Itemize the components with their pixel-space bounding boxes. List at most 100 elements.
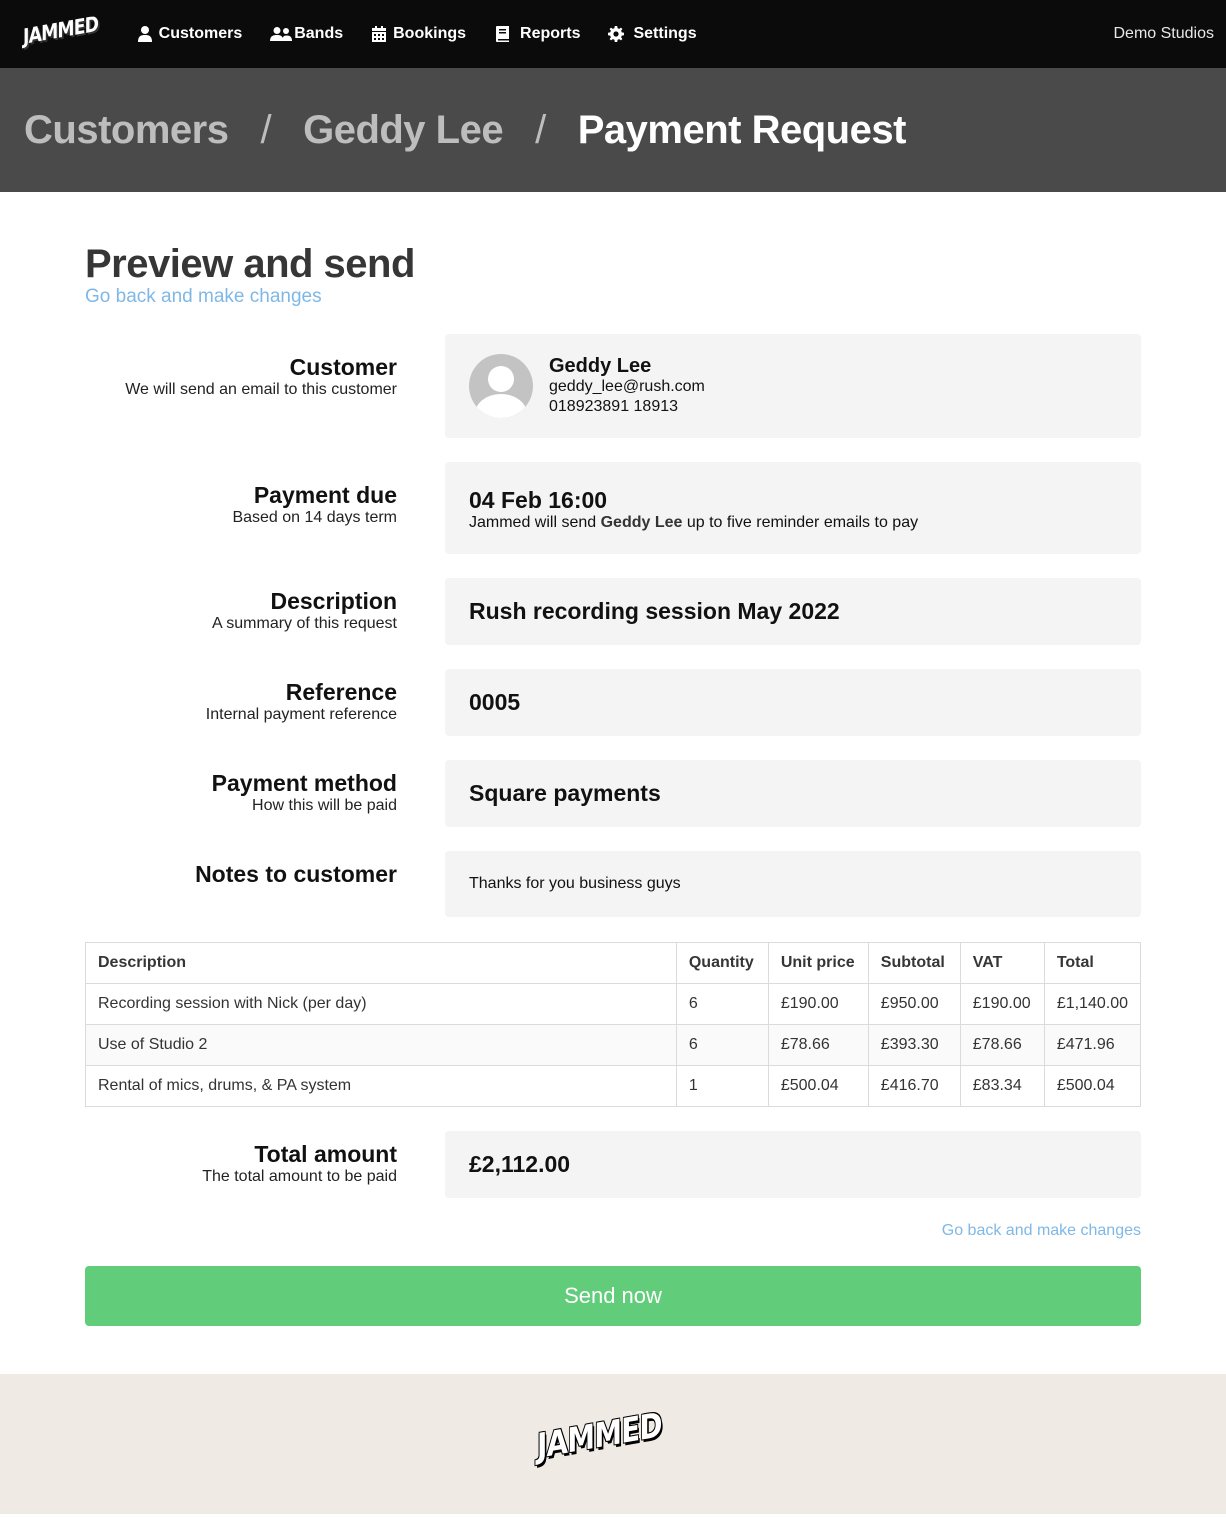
page-title: Preview and send — [85, 242, 415, 286]
request-details: Customer We will send an email to this c… — [85, 334, 1141, 917]
breadcrumb-customers[interactable]: Customers — [24, 108, 229, 153]
nav-item-reports[interactable]: Reports — [494, 25, 580, 43]
notes-card: Thanks for you business guys — [445, 851, 1141, 917]
payment-method-label: Payment method — [211, 770, 397, 796]
cell-vat: £190.00 — [959, 983, 1045, 1025]
users-icon — [270, 26, 293, 42]
cell-quantity: 6 — [675, 983, 769, 1025]
top-nav: JAMMED Customers Bands Bookings Reports — [0, 0, 1226, 68]
notes-label-group: Notes to customer — [85, 851, 397, 917]
line-items-table: Description Quantity Unit price Subtotal… — [85, 942, 1142, 1107]
reference-label: Reference — [285, 679, 397, 705]
cell-unit-price: £500.04 — [767, 1065, 869, 1107]
nav-item-label: Bookings — [393, 25, 467, 42]
go-back-link-top[interactable]: Go back and make changes — [85, 286, 322, 308]
table-row: Recording session with Nick (per day) 6 … — [85, 983, 1142, 1025]
cell-unit-price: £78.66 — [767, 1024, 869, 1066]
cell-description: Rental of mics, drums, & PA system — [85, 1065, 677, 1107]
customer-label: Customer — [289, 354, 397, 380]
footer-jammed-logo[interactable]: JAMMED — [537, 1400, 689, 1467]
calendar-icon — [371, 26, 387, 42]
nav-item-label: Reports — [520, 25, 581, 42]
nav-item-bookings[interactable]: Bookings — [371, 25, 466, 43]
notes-label: Notes to customer — [195, 861, 397, 887]
payment-due-date: 04 Feb 16:00 — [469, 487, 608, 513]
gear-icon — [608, 26, 625, 42]
payment-due-row: Payment due Based on 14 days term 04 Feb… — [85, 462, 1141, 554]
reference-row: Reference Internal payment reference 000… — [85, 669, 1141, 736]
cell-total: £471.96 — [1043, 1024, 1142, 1066]
bottom-actions: Go back and make changes — [85, 1222, 1141, 1240]
table-row: Use of Studio 2 6 £78.66 £393.30 £78.66 … — [85, 1024, 1142, 1066]
go-back-link-bottom[interactable]: Go back and make changes — [942, 1222, 1141, 1239]
main-content: Preview and send Go back and make change… — [0, 192, 1226, 1374]
book-icon — [494, 26, 510, 42]
description-label: Description — [270, 588, 397, 614]
reference-value: 0005 — [469, 689, 521, 715]
cell-unit-price: £190.00 — [767, 983, 869, 1025]
customer-name: Geddy Lee — [549, 355, 652, 377]
cell-subtotal: £950.00 — [867, 983, 961, 1025]
jammed-logo[interactable]: JAMMED — [23, 9, 115, 49]
col-header-unit-price: Unit price — [767, 942, 869, 984]
description-value: Rush recording session May 2022 — [469, 598, 840, 624]
nav-item-label: Customers — [158, 25, 243, 42]
user-icon — [137, 26, 153, 42]
table-row: Rental of mics, drums, & PA system 1 £50… — [85, 1065, 1142, 1107]
reminder-note-suffix: up to five reminder emails to pay — [682, 514, 919, 531]
customer-label-group: Customer We will send an email to this c… — [85, 334, 397, 438]
col-header-quantity: Quantity — [675, 942, 769, 984]
reference-sublabel: Internal payment reference — [205, 706, 397, 723]
payment-method-label-group: Payment method How this will be paid — [85, 760, 397, 827]
breadcrumb-separator: / — [535, 107, 546, 152]
cell-total: £500.04 — [1043, 1065, 1142, 1107]
col-header-vat: VAT — [959, 942, 1045, 984]
reminder-note-customer: Geddy Lee — [600, 514, 683, 531]
cell-quantity: 6 — [675, 1024, 769, 1066]
breadcrumb: Customers / Geddy Lee / Payment Request — [0, 68, 1226, 192]
cell-description: Use of Studio 2 — [85, 1024, 677, 1066]
customer-phone: 018923891 18913 — [549, 398, 679, 415]
avatar — [469, 354, 533, 418]
total-card: £2,112.00 — [445, 1131, 1141, 1198]
description-sublabel: A summary of this request — [212, 615, 397, 632]
customer-card: Geddy Lee geddy_lee@rush.com 018923891 1… — [445, 334, 1141, 438]
cell-vat: £83.34 — [959, 1065, 1045, 1107]
page-footer: JAMMED — [0, 1374, 1226, 1514]
cell-total: £1,140.00 — [1043, 983, 1142, 1025]
payment-method-sublabel: How this will be paid — [252, 797, 397, 814]
send-now-button[interactable]: Send now — [85, 1266, 1141, 1326]
nav-item-label: Bands — [294, 25, 344, 42]
customer-sublabel: We will send an email to this customer — [125, 381, 397, 398]
description-label-group: Description A summary of this request — [85, 578, 397, 645]
reminder-note: Jammed will send Geddy Lee up to five re… — [469, 514, 1117, 532]
breadcrumb-current: Payment Request — [577, 107, 907, 152]
main-nav: Customers Bands Bookings Reports Setting… — [137, 25, 725, 43]
cell-vat: £78.66 — [959, 1024, 1045, 1066]
total-label: Total amount — [254, 1141, 397, 1167]
cell-quantity: 1 — [675, 1065, 769, 1107]
total-row: Total amount The total amount to be paid… — [85, 1131, 1141, 1198]
reminder-note-prefix: Jammed will send — [469, 514, 601, 531]
total-sublabel: The total amount to be paid — [202, 1168, 397, 1185]
payment-method-row: Payment method How this will be paid Squ… — [85, 760, 1141, 827]
breadcrumb-customer-name[interactable]: Geddy Lee — [303, 108, 504, 153]
nav-item-label: Settings — [633, 25, 697, 42]
payment-due-sublabel: Based on 14 days term — [232, 509, 397, 526]
table-header-row: Description Quantity Unit price Subtotal… — [85, 942, 1142, 984]
total-value: £2,112.00 — [469, 1151, 571, 1177]
payment-method-value: Square payments — [469, 780, 661, 806]
col-header-description: Description — [85, 942, 677, 984]
nav-item-settings[interactable]: Settings — [608, 25, 697, 43]
payment-method-card: Square payments — [445, 760, 1141, 827]
cell-description: Recording session with Nick (per day) — [85, 983, 677, 1025]
nav-item-bands[interactable]: Bands — [270, 25, 343, 43]
studio-name[interactable]: Demo Studios — [1114, 25, 1215, 43]
reference-card: 0005 — [445, 669, 1141, 736]
customer-email: geddy_lee@rush.com — [549, 378, 705, 395]
payment-due-label: Payment due — [253, 482, 397, 508]
description-card: Rush recording session May 2022 — [445, 578, 1141, 645]
cell-subtotal: £416.70 — [867, 1065, 961, 1107]
notes-row: Notes to customer Thanks for you busines… — [85, 851, 1141, 917]
nav-item-customers[interactable]: Customers — [137, 25, 243, 43]
